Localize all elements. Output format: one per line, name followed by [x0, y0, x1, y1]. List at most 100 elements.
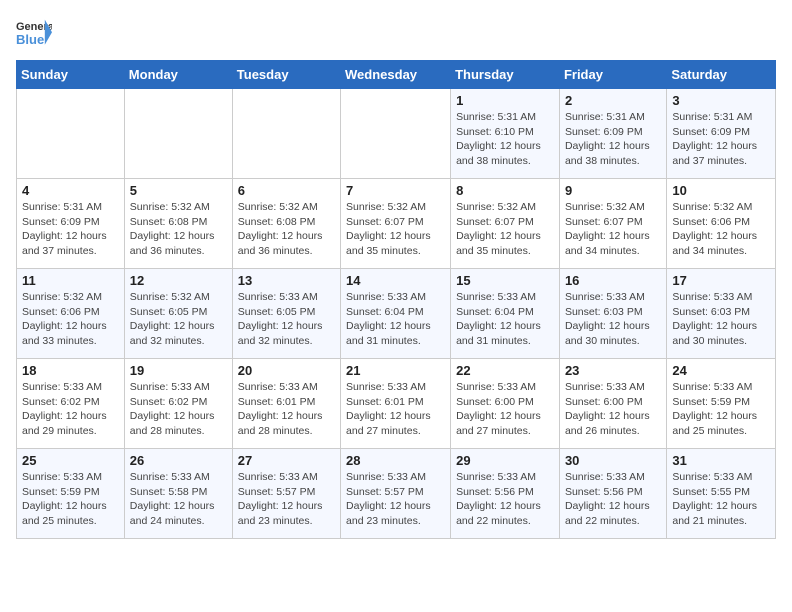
day-number: 3 [672, 93, 770, 108]
day-detail: Sunrise: 5:33 AM Sunset: 5:57 PM Dayligh… [238, 470, 335, 529]
calendar-header: SundayMondayTuesdayWednesdayThursdayFrid… [17, 61, 776, 89]
weekday-header-monday: Monday [124, 61, 232, 89]
calendar-cell [341, 89, 451, 179]
logo-container: General Blue [16, 16, 52, 52]
calendar-body: 1Sunrise: 5:31 AM Sunset: 6:10 PM Daylig… [17, 89, 776, 539]
calendar-cell: 4 Sunrise: 5:31 AM Sunset: 6:09 PM Daylig… [17, 179, 125, 269]
calendar-cell: 27 Sunrise: 5:33 AM Sunset: 5:57 PM Dayli… [232, 449, 340, 539]
day-number: 12 [130, 273, 227, 288]
day-number: 22 [456, 363, 554, 378]
calendar-cell: 9 Sunrise: 5:32 AM Sunset: 6:07 PM Daylig… [559, 179, 666, 269]
calendar-cell: 21 Sunrise: 5:33 AM Sunset: 6:01 PM Dayli… [341, 359, 451, 449]
calendar-cell: 22 Sunrise: 5:33 AM Sunset: 6:00 PM Dayli… [451, 359, 560, 449]
day-detail: Sunrise: 5:33 AM Sunset: 6:02 PM Dayligh… [22, 380, 119, 439]
day-detail: Sunrise: 5:33 AM Sunset: 5:57 PM Dayligh… [346, 470, 445, 529]
weekday-header-tuesday: Tuesday [232, 61, 340, 89]
calendar-week-row: 18Sunrise: 5:33 AM Sunset: 6:02 PM Dayli… [17, 359, 776, 449]
day-number: 17 [672, 273, 770, 288]
calendar-cell: 1Sunrise: 5:31 AM Sunset: 6:10 PM Daylig… [451, 89, 560, 179]
day-detail: Sunrise: 5:33 AM Sunset: 5:56 PM Dayligh… [456, 470, 554, 529]
calendar-cell: 20 Sunrise: 5:33 AM Sunset: 6:01 PM Dayli… [232, 359, 340, 449]
day-number: 19 [130, 363, 227, 378]
day-detail: Sunrise: 5:33 AM Sunset: 6:04 PM Dayligh… [456, 290, 554, 349]
calendar-cell: 11 Sunrise: 5:32 AM Sunset: 6:06 PM Dayli… [17, 269, 125, 359]
calendar-cell [232, 89, 340, 179]
calendar-cell: 6 Sunrise: 5:32 AM Sunset: 6:08 PM Daylig… [232, 179, 340, 269]
calendar-week-row: 1Sunrise: 5:31 AM Sunset: 6:10 PM Daylig… [17, 89, 776, 179]
calendar-cell: 28 Sunrise: 5:33 AM Sunset: 5:57 PM Dayli… [341, 449, 451, 539]
day-detail: Sunrise: 5:31 AM Sunset: 6:09 PM Dayligh… [672, 110, 770, 169]
day-detail: Sunrise: 5:31 AM Sunset: 6:09 PM Dayligh… [22, 200, 119, 259]
day-number: 7 [346, 183, 445, 198]
day-number: 8 [456, 183, 554, 198]
day-detail: Sunrise: 5:32 AM Sunset: 6:06 PM Dayligh… [22, 290, 119, 349]
day-number: 10 [672, 183, 770, 198]
day-number: 31 [672, 453, 770, 468]
day-number: 30 [565, 453, 661, 468]
calendar-cell: 16 Sunrise: 5:33 AM Sunset: 6:03 PM Dayli… [559, 269, 666, 359]
day-number: 26 [130, 453, 227, 468]
calendar-cell [124, 89, 232, 179]
calendar-cell: 3 Sunrise: 5:31 AM Sunset: 6:09 PM Daylig… [667, 89, 776, 179]
day-number: 5 [130, 183, 227, 198]
day-detail: Sunrise: 5:33 AM Sunset: 6:00 PM Dayligh… [565, 380, 661, 439]
weekday-header-sunday: Sunday [17, 61, 125, 89]
day-number: 28 [346, 453, 445, 468]
day-detail: Sunrise: 5:32 AM Sunset: 6:08 PM Dayligh… [238, 200, 335, 259]
day-number: 2 [565, 93, 661, 108]
weekday-header-saturday: Saturday [667, 61, 776, 89]
calendar-cell: 26Sunrise: 5:33 AM Sunset: 5:58 PM Dayli… [124, 449, 232, 539]
weekday-header-friday: Friday [559, 61, 666, 89]
day-number: 9 [565, 183, 661, 198]
calendar-cell: 29 Sunrise: 5:33 AM Sunset: 5:56 PM Dayli… [451, 449, 560, 539]
day-detail: Sunrise: 5:33 AM Sunset: 6:02 PM Dayligh… [130, 380, 227, 439]
day-detail: Sunrise: 5:33 AM Sunset: 6:00 PM Dayligh… [456, 380, 554, 439]
weekday-header-row: SundayMondayTuesdayWednesdayThursdayFrid… [17, 61, 776, 89]
day-number: 20 [238, 363, 335, 378]
page-header: General Blue [16, 16, 776, 52]
calendar-cell: 19 Sunrise: 5:33 AM Sunset: 6:02 PM Dayli… [124, 359, 232, 449]
calendar-cell: 18Sunrise: 5:33 AM Sunset: 6:02 PM Dayli… [17, 359, 125, 449]
day-number: 15 [456, 273, 554, 288]
day-number: 16 [565, 273, 661, 288]
day-number: 24 [672, 363, 770, 378]
calendar-cell: 30 Sunrise: 5:33 AM Sunset: 5:56 PM Dayli… [559, 449, 666, 539]
day-detail: Sunrise: 5:33 AM Sunset: 5:55 PM Dayligh… [672, 470, 770, 529]
day-number: 23 [565, 363, 661, 378]
day-number: 21 [346, 363, 445, 378]
day-detail: Sunrise: 5:32 AM Sunset: 6:07 PM Dayligh… [565, 200, 661, 259]
day-detail: Sunrise: 5:33 AM Sunset: 6:03 PM Dayligh… [565, 290, 661, 349]
calendar-cell: 2 Sunrise: 5:31 AM Sunset: 6:09 PM Daylig… [559, 89, 666, 179]
logo: General Blue [16, 16, 52, 52]
day-number: 27 [238, 453, 335, 468]
day-detail: Sunrise: 5:33 AM Sunset: 6:01 PM Dayligh… [238, 380, 335, 439]
calendar-cell: 7Sunrise: 5:32 AM Sunset: 6:07 PM Daylig… [341, 179, 451, 269]
day-number: 13 [238, 273, 335, 288]
day-detail: Sunrise: 5:33 AM Sunset: 6:01 PM Dayligh… [346, 380, 445, 439]
day-detail: Sunrise: 5:32 AM Sunset: 6:06 PM Dayligh… [672, 200, 770, 259]
calendar-cell: 10 Sunrise: 5:32 AM Sunset: 6:06 PM Dayli… [667, 179, 776, 269]
calendar-cell [17, 89, 125, 179]
day-detail: Sunrise: 5:33 AM Sunset: 5:59 PM Dayligh… [672, 380, 770, 439]
day-detail: Sunrise: 5:33 AM Sunset: 5:56 PM Dayligh… [565, 470, 661, 529]
calendar-cell: 13 Sunrise: 5:33 AM Sunset: 6:05 PM Dayli… [232, 269, 340, 359]
day-detail: Sunrise: 5:33 AM Sunset: 6:05 PM Dayligh… [238, 290, 335, 349]
logo-icon: General Blue [16, 16, 52, 52]
calendar-cell: 5 Sunrise: 5:32 AM Sunset: 6:08 PM Daylig… [124, 179, 232, 269]
day-detail: Sunrise: 5:33 AM Sunset: 6:03 PM Dayligh… [672, 290, 770, 349]
day-detail: Sunrise: 5:33 AM Sunset: 5:59 PM Dayligh… [22, 470, 119, 529]
calendar-cell: 17 Sunrise: 5:33 AM Sunset: 6:03 PM Dayli… [667, 269, 776, 359]
calendar-week-row: 25Sunrise: 5:33 AM Sunset: 5:59 PM Dayli… [17, 449, 776, 539]
day-number: 6 [238, 183, 335, 198]
calendar-cell: 12 Sunrise: 5:32 AM Sunset: 6:05 PM Dayli… [124, 269, 232, 359]
day-detail: Sunrise: 5:32 AM Sunset: 6:05 PM Dayligh… [130, 290, 227, 349]
calendar-cell: 14Sunrise: 5:33 AM Sunset: 6:04 PM Dayli… [341, 269, 451, 359]
day-detail: Sunrise: 5:31 AM Sunset: 6:09 PM Dayligh… [565, 110, 661, 169]
calendar-week-row: 11 Sunrise: 5:32 AM Sunset: 6:06 PM Dayli… [17, 269, 776, 359]
day-number: 11 [22, 273, 119, 288]
day-detail: Sunrise: 5:32 AM Sunset: 6:08 PM Dayligh… [130, 200, 227, 259]
day-number: 1 [456, 93, 554, 108]
calendar-cell: 24 Sunrise: 5:33 AM Sunset: 5:59 PM Dayli… [667, 359, 776, 449]
day-number: 29 [456, 453, 554, 468]
day-number: 4 [22, 183, 119, 198]
